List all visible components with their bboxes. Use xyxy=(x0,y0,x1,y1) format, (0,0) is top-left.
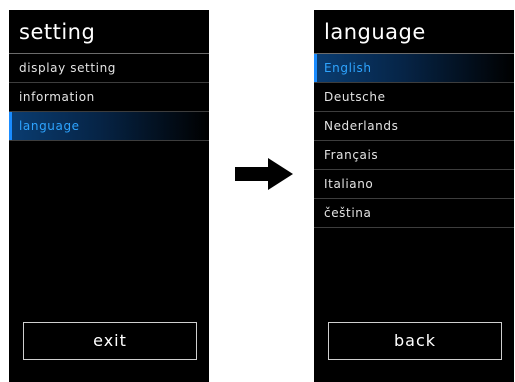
language-option-nederlands[interactable]: Nederlands xyxy=(314,112,514,141)
menu-item-display-setting[interactable]: display setting xyxy=(9,54,209,83)
menu-item-language[interactable]: language xyxy=(9,112,209,141)
settings-title: setting xyxy=(19,20,96,44)
right-arrow-icon xyxy=(235,158,293,190)
exit-button[interactable]: exit xyxy=(23,322,197,360)
language-option-deutsche[interactable]: Deutsche xyxy=(314,83,514,112)
language-screen: language English Deutsche Nederlands Fra… xyxy=(314,10,514,382)
menu-item-information[interactable]: information xyxy=(9,83,209,112)
back-button[interactable]: back xyxy=(328,322,502,360)
language-option-italiano[interactable]: Italiano xyxy=(314,170,514,199)
language-menu: English Deutsche Nederlands Français Ita… xyxy=(314,54,514,228)
language-option-francais[interactable]: Français xyxy=(314,141,514,170)
language-option-cestina[interactable]: čeština xyxy=(314,199,514,228)
settings-screen: setting display setting information lang… xyxy=(9,10,209,382)
language-title: language xyxy=(324,20,426,44)
language-option-english[interactable]: English xyxy=(314,54,514,83)
settings-menu: display setting information language xyxy=(9,54,209,141)
